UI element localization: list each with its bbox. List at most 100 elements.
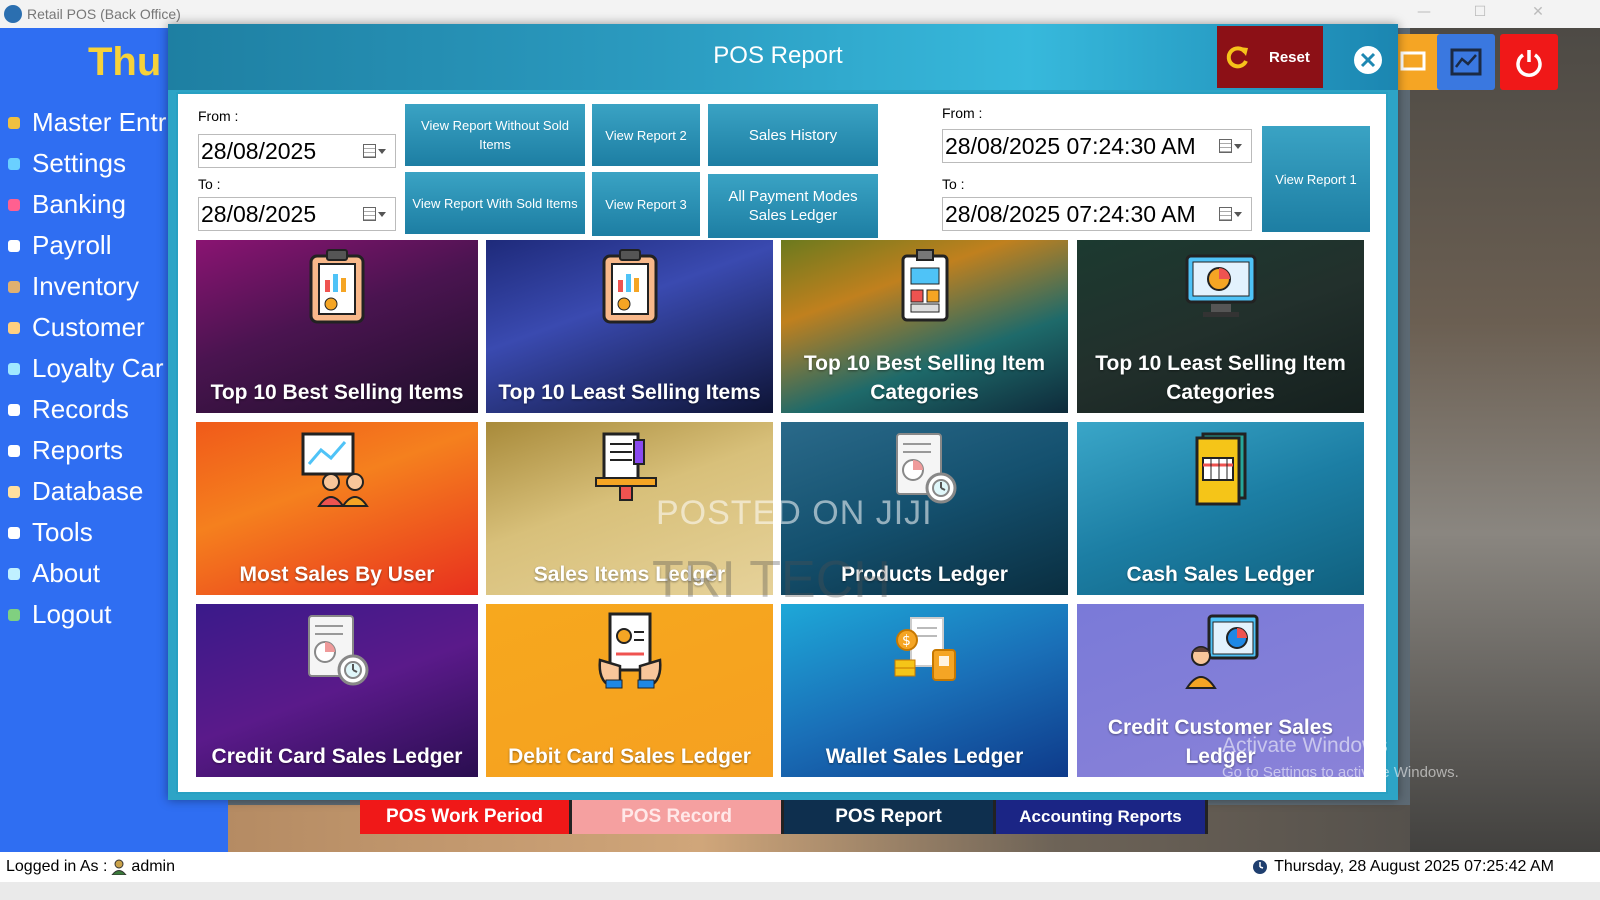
sidebar-item-label: Customer	[32, 312, 145, 342]
report-tile-credit-card-sales-ledger[interactable]: Credit Card Sales Ledger	[196, 604, 478, 777]
from-datetime-value: 28/08/2025 07:24:30 AM	[945, 133, 1196, 159]
about-icon	[8, 567, 20, 580]
report-tile-most-sales-by-user[interactable]: Most Sales By User	[196, 422, 478, 595]
sidebar-item-tools[interactable]: Tools	[8, 512, 166, 553]
view-report-1-button[interactable]: View Report 1	[1262, 126, 1370, 232]
bottom-strip	[0, 882, 1600, 900]
tile-label: Wallet Sales Ledger	[825, 745, 1024, 768]
sidebar-item-about[interactable]: About	[8, 553, 166, 594]
calendar-icon[interactable]	[1219, 138, 1243, 154]
loyalty-card-icon	[8, 362, 20, 375]
reset-button[interactable]: Reset	[1217, 26, 1323, 88]
sidebar-item-label: Payroll	[32, 230, 112, 260]
view-report-2-button[interactable]: View Report 2	[592, 104, 700, 166]
sidebar-item-label: Loyalty Car	[32, 353, 164, 383]
sidebar-item-label: Inventory	[32, 271, 139, 301]
ledger-book-icon	[1195, 432, 1246, 506]
maximize-icon[interactable]: ☐	[1460, 4, 1500, 24]
dialog-title: POS Report	[713, 42, 843, 69]
tile-label: Cash Sales Ledger	[1126, 563, 1315, 586]
calendar-icon[interactable]	[363, 143, 387, 159]
settings-icon	[8, 157, 20, 170]
tools-icon	[8, 526, 20, 539]
svg-text:$: $	[902, 633, 911, 649]
sidebar-item-master-entry[interactable]: Master Entr	[8, 102, 166, 143]
to-datetime-label: To :	[942, 176, 965, 192]
report-tile-wallet-sales-ledger[interactable]: $ Wallet Sales Ledger	[781, 604, 1068, 777]
view-report-without-sold-button[interactable]: View Report Without Sold Items	[405, 104, 585, 166]
dialog-close-button[interactable]	[1354, 46, 1382, 74]
window-title: Retail POS (Back Office)	[27, 6, 181, 22]
report-tile-cash-sales-ledger[interactable]: Cash Sales Ledger	[1077, 422, 1364, 595]
report-tile-top-10-best-selling-item-categories[interactable]: Top 10 Best Selling Item Categories	[781, 240, 1068, 413]
window-close-icon[interactable]: ✕	[1518, 4, 1558, 24]
user-icon	[111, 859, 128, 875]
calendar-icon[interactable]	[363, 206, 387, 222]
monitor-analytics-icon	[1185, 254, 1256, 317]
hands-document-icon	[597, 612, 662, 689]
clipboard-chart-icon	[602, 249, 657, 324]
to-date-picker[interactable]: 28/08/2025	[198, 197, 396, 231]
sidebar-item-loyalty-card[interactable]: Loyalty Car	[8, 348, 166, 389]
report-tile-top-10-best-selling-items[interactable]: Top 10 Best Selling Items	[196, 240, 478, 413]
sidebar-item-label: Tools	[32, 517, 93, 547]
wallet-coins-icon: $	[894, 617, 956, 681]
document-clock-icon	[308, 615, 369, 686]
tab-accounting-reports[interactable]: Accounting Reports	[996, 800, 1208, 834]
view-report-3-button[interactable]: View Report 3	[592, 172, 700, 236]
sidebar-item-label: Database	[32, 476, 144, 506]
from-date-label: From :	[198, 108, 239, 124]
username: admin	[131, 858, 175, 875]
tab-pos-record[interactable]: POS Record	[572, 800, 784, 834]
close-icon	[1360, 52, 1376, 68]
sidebar-item-records[interactable]: Records	[8, 389, 166, 430]
sidebar-item-label: Banking	[32, 189, 126, 219]
sidebar-item-customer[interactable]: Customer	[8, 307, 166, 348]
login-status: Logged in As : admin	[6, 858, 175, 876]
master-entry-icon	[8, 116, 20, 129]
from-date-picker[interactable]: 28/08/2025	[198, 134, 396, 168]
refresh-icon	[1226, 46, 1248, 69]
tile-label: Credit Card Sales Ledger	[211, 745, 463, 768]
current-datetime: Thursday, 28 August 2025 07:25:42 AM	[1274, 858, 1554, 875]
clipboard-chart-icon	[309, 249, 365, 324]
all-payment-modes-button[interactable]: All Payment Modes Sales Ledger	[708, 174, 878, 238]
from-datetime-picker[interactable]: 28/08/2025 07:24:30 AM	[942, 129, 1252, 163]
minimize-icon[interactable]: —	[1404, 4, 1444, 24]
watermark-tritech: TRI TECH	[652, 551, 891, 609]
to-date-value: 28/08/2025	[201, 201, 317, 227]
tile-label: Debit Card Sales Ledger	[508, 745, 751, 768]
dashboard-button[interactable]	[1437, 34, 1495, 90]
to-datetime-picker[interactable]: 28/08/2025 07:24:30 AM	[942, 197, 1252, 231]
sidebar-item-database[interactable]: Database	[8, 471, 166, 512]
power-button[interactable]	[1500, 34, 1558, 90]
sidebar-menu: Master Entr Settings Banking Payroll Invento…	[8, 102, 166, 635]
pos-report-dialog: POS Report Reset From : 28/08/2025 To : …	[168, 24, 1398, 800]
tab-pos-report[interactable]: POS Report	[784, 800, 996, 834]
sidebar-item-banking[interactable]: Banking	[8, 184, 166, 225]
sidebar-item-payroll[interactable]: Payroll	[8, 225, 166, 266]
view-report-with-sold-button[interactable]: View Report With Sold Items	[405, 172, 585, 234]
sidebar-item-settings[interactable]: Settings	[8, 143, 166, 184]
customer-chart-icon	[1184, 614, 1258, 689]
to-date-label: To :	[198, 176, 221, 192]
logout-icon	[8, 608, 20, 621]
report-tile-debit-card-sales-ledger[interactable]: Debit Card Sales Ledger	[486, 604, 773, 777]
display-icon	[1400, 51, 1426, 71]
inventory-icon	[8, 280, 20, 293]
to-datetime-value: 28/08/2025 07:24:30 AM	[945, 201, 1196, 227]
tab-pos-work-period[interactable]: POS Work Period	[360, 800, 572, 834]
report-tile-top-10-least-selling-items[interactable]: Top 10 Least Selling Items	[486, 240, 773, 413]
clock-status: Thursday, 28 August 2025 07:25:42 AM	[1252, 858, 1554, 876]
watermark-posted: POSTED ON JIJI	[656, 494, 933, 532]
sidebar-item-logout[interactable]: Logout	[8, 594, 166, 635]
sidebar-item-reports[interactable]: Reports	[8, 430, 166, 471]
activate-title: Activate Windows	[1222, 734, 1388, 757]
sidebar-item-label: About	[32, 558, 100, 588]
records-icon	[8, 403, 20, 416]
sidebar-item-inventory[interactable]: Inventory	[8, 266, 166, 307]
report-tile-top-10-least-selling-item-categories[interactable]: Top 10 Least Selling Item Categories	[1077, 240, 1364, 413]
customer-icon	[8, 321, 20, 334]
calendar-icon[interactable]	[1219, 206, 1243, 222]
sales-history-button[interactable]: Sales History	[708, 104, 878, 166]
